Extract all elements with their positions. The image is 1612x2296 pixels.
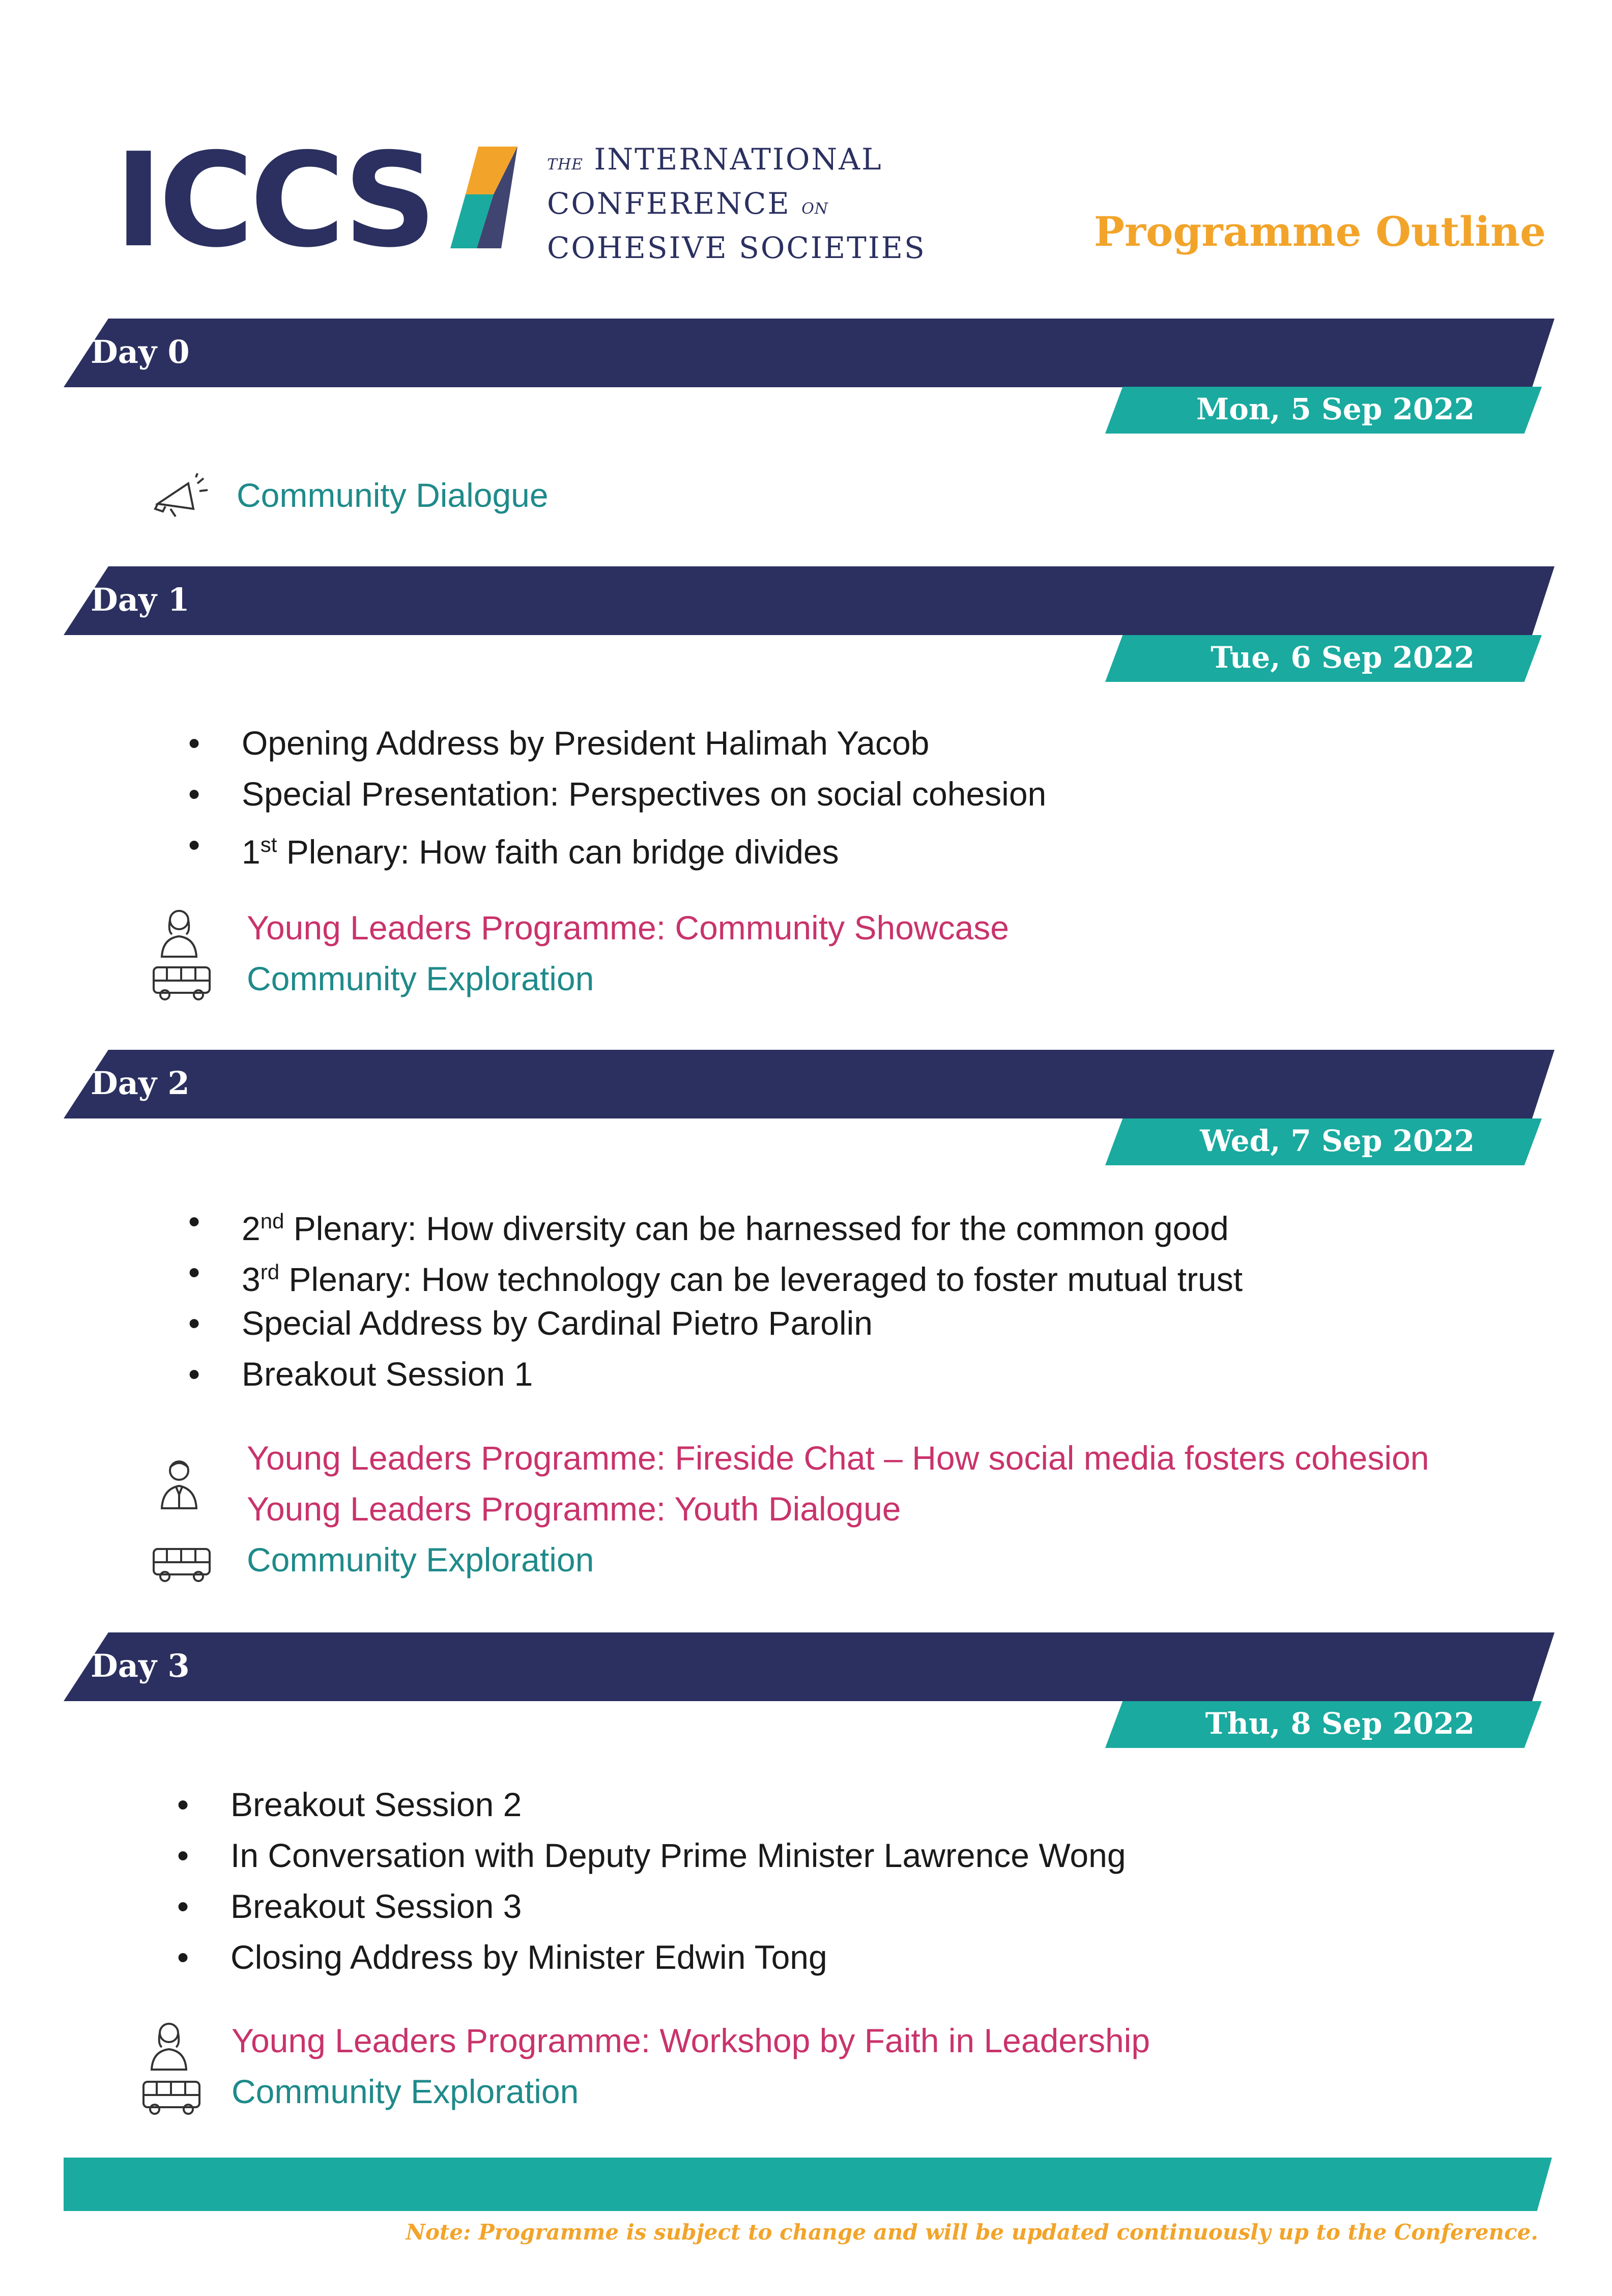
megaphone-icon xyxy=(153,473,209,522)
day-3-label: Day 3 xyxy=(91,1647,190,1684)
list-item: Closing Address by Minister Edwin Tong xyxy=(177,1932,1126,1983)
female-person-icon xyxy=(158,905,201,961)
list-item: Opening Address by President Halimah Yac… xyxy=(188,718,1046,768)
svg-text:ICCS: ICCS xyxy=(114,144,433,255)
conference-name: THE INTERNATIONAL CONFERENCE ON COHESIVE… xyxy=(547,142,926,265)
day-1-date: Tue, 6 Sep 2022 xyxy=(1211,640,1475,675)
iccs-logo: ICCS xyxy=(114,125,522,276)
day-3-community-exploration: Community Exploration xyxy=(232,2073,579,2110)
list-item: 3rd Plenary: How technology can be lever… xyxy=(188,1247,1243,1298)
list-item: Special Address by Cardinal Pietro Parol… xyxy=(188,1298,1243,1348)
day-1-label: Day 1 xyxy=(91,581,190,618)
day-1-community-exploration: Community Exploration xyxy=(247,960,594,997)
list-item: Breakout Session 3 xyxy=(177,1881,1126,1932)
list-item: Breakout Session 1 xyxy=(188,1348,1243,1399)
list-item: 1st Plenary: How faith can bridge divide… xyxy=(188,819,1046,871)
male-person-icon xyxy=(158,1456,201,1512)
day-0-bar xyxy=(64,319,1555,387)
programme-note: Note: Programme is subject to change and… xyxy=(406,2220,1538,2245)
bus-icon xyxy=(152,964,213,1005)
day-2-ylp-fireside-chat: Young Leaders Programme: Fireside Chat –… xyxy=(247,1439,1429,1477)
list-item: Breakout Session 2 xyxy=(177,1779,1126,1830)
day-3-ylp-workshop: Young Leaders Programme: Workshop by Fai… xyxy=(232,2022,1150,2059)
day-2-community-exploration: Community Exploration xyxy=(247,1541,594,1578)
list-item: In Conversation with Deputy Prime Minist… xyxy=(177,1830,1126,1881)
day-2-label: Day 2 xyxy=(91,1065,190,1102)
day-0-community-dialogue: Community Dialogue xyxy=(237,476,549,514)
day-3-date: Thu, 8 Sep 2022 xyxy=(1205,1706,1475,1741)
day-2-ylp-youth-dialogue: Young Leaders Programme: Youth Dialogue xyxy=(247,1490,901,1528)
day-3-bar xyxy=(64,1632,1555,1701)
day-1-sessions: Opening Address by President Halimah Yac… xyxy=(188,718,1046,871)
page-title: Programme Outline xyxy=(1093,208,1546,255)
bus-icon xyxy=(152,1546,213,1587)
day-1-ylp-showcase: Young Leaders Programme: Community Showc… xyxy=(247,909,1009,946)
female-person-icon xyxy=(148,2018,191,2074)
list-item: Special Presentation: Perspectives on so… xyxy=(188,768,1046,819)
day-0-label: Day 0 xyxy=(91,333,190,370)
day-2-sessions: 2nd Plenary: How diversity can be harnes… xyxy=(188,1196,1243,1399)
day-3-sessions: Breakout Session 2 In Conversation with … xyxy=(177,1779,1126,1983)
list-item: 2nd Plenary: How diversity can be harnes… xyxy=(188,1196,1243,1247)
day-1-bar xyxy=(64,566,1555,635)
day-0-date: Mon, 5 Sep 2022 xyxy=(1196,392,1475,426)
footer-bar xyxy=(64,2158,1552,2211)
day-2-bar xyxy=(64,1050,1555,1118)
bus-icon xyxy=(141,2079,203,2119)
day-2-date: Wed, 7 Sep 2022 xyxy=(1200,1124,1475,1158)
